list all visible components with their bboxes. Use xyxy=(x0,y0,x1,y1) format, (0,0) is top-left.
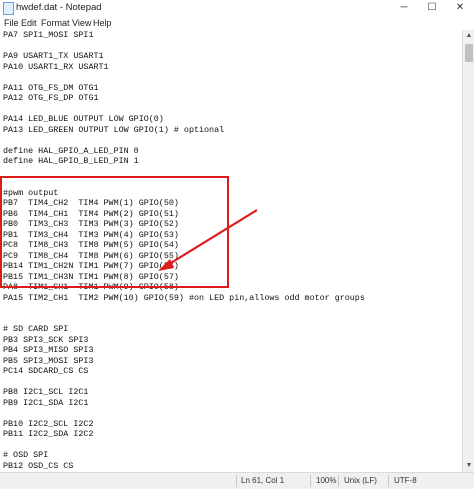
text-line: PA14 LED_BLUE OUTPUT LOW GPIO(0) xyxy=(3,114,164,124)
text-line: PB5 SPI3_MOSI SPI3 xyxy=(3,355,94,366)
status-divider xyxy=(236,475,237,487)
menu-view[interactable]: View xyxy=(72,17,91,29)
text-line: PB8 I2C1_SCL I2C1 xyxy=(3,387,89,397)
title-bar: hwdef.dat - Notepad ─ ☐ ✕ xyxy=(0,0,474,17)
text-line: PB10 I2C2_SCL I2C2 xyxy=(3,418,94,429)
text-line xyxy=(3,41,365,52)
text-line: # SD CARD SPI xyxy=(3,324,69,334)
status-divider xyxy=(310,475,311,487)
text-line: # OSD SPI xyxy=(3,450,49,460)
menu-file[interactable]: File xyxy=(4,17,19,29)
text-line: PB11 I2C2_SDA I2C2 xyxy=(3,429,94,439)
status-encoding: UTF-8 xyxy=(394,476,417,485)
text-line: PC14 SDCARD_CS CS xyxy=(3,366,89,376)
highlight-box xyxy=(0,176,229,288)
maximize-button[interactable]: ☐ xyxy=(418,0,446,16)
window-title: hwdef.dat - Notepad xyxy=(16,2,102,13)
text-line: PA13 LED_GREEN OUTPUT LOW GPIO(1) # opti… xyxy=(3,124,225,135)
text-line xyxy=(3,72,365,83)
status-line-ending: Unix (LF) xyxy=(344,476,377,485)
notepad-icon xyxy=(3,2,14,15)
close-button[interactable]: ✕ xyxy=(446,0,474,16)
vertical-scrollbar[interactable]: ▲ ▼ xyxy=(462,30,474,472)
text-line: PA10 USART1_RX USART1 xyxy=(3,61,109,72)
status-position: Ln 61, Col 1 xyxy=(241,476,285,485)
status-divider xyxy=(388,475,389,487)
text-line: PA11 OTG_FS_DM OTG1 xyxy=(3,82,99,93)
menu-bar: File Edit Format View Help xyxy=(0,16,474,30)
text-line xyxy=(3,303,365,314)
menu-edit[interactable]: Edit xyxy=(21,17,37,29)
text-line xyxy=(3,377,365,388)
scroll-thumb[interactable] xyxy=(465,44,473,62)
text-line xyxy=(3,408,365,419)
status-bar: Ln 61, Col 1 100% Unix (LF) UTF-8 xyxy=(0,472,474,489)
text-line xyxy=(3,440,365,451)
text-line: PA7 SPI1_MOSI SPI1 xyxy=(3,30,94,40)
scroll-down-icon[interactable]: ▼ xyxy=(463,460,474,472)
text-line: PA15 TIM2_CH1 TIM2 PWM(10) GPIO(59) #on … xyxy=(3,292,365,303)
text-line: PA9 USART1_TX USART1 xyxy=(3,51,104,61)
status-divider xyxy=(338,475,339,487)
scroll-up-icon[interactable]: ▲ xyxy=(463,30,474,42)
text-line xyxy=(3,135,365,146)
text-line: PB12 OSD_CS CS xyxy=(3,460,74,471)
text-line: define HAL_GPIO_B_LED_PIN 1 xyxy=(3,156,139,166)
text-line xyxy=(3,104,365,115)
text-line: PB3 SPI3_SCK SPI3 xyxy=(3,334,89,345)
minimize-button[interactable]: ─ xyxy=(390,0,418,16)
menu-help[interactable]: Help xyxy=(93,17,112,29)
text-line xyxy=(3,314,365,325)
menu-format[interactable]: Format xyxy=(41,17,70,29)
text-line: PB9 I2C1_SDA I2C1 xyxy=(3,397,89,408)
text-line: PB4 SPI3_MISO SPI3 xyxy=(3,345,94,355)
status-zoom: 100% xyxy=(316,476,337,485)
text-line: PA12 OTG_FS_DP OTG1 xyxy=(3,93,99,103)
text-line: define HAL_GPIO_A_LED_PIN 0 xyxy=(3,145,139,156)
